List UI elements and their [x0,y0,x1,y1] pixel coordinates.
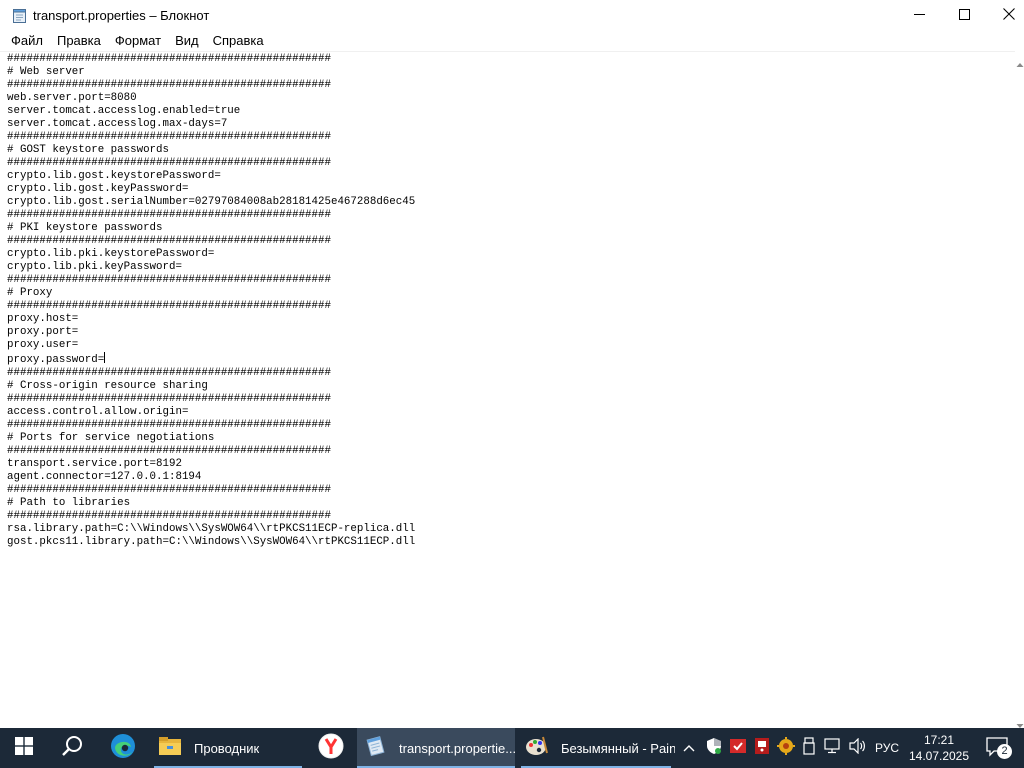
tray-volume[interactable] [846,728,870,768]
paint-icon [525,735,549,762]
tray-defender[interactable] [702,728,726,768]
text-line: crypto.lib.pki.keystorePassword= [7,248,215,260]
text-line: server.tomcat.accesslog.max-days=7 [7,118,228,130]
text-line: web.server.port=8080 [7,92,137,104]
text-line: proxy.password= [7,352,106,366]
text-line: ########################################… [7,209,331,221]
window-title: transport.properties – Блокнот [33,8,210,23]
notepad-icon [12,7,28,24]
text-line: agent.connector=127.0.0.1:8194 [7,471,202,483]
title-bar[interactable]: transport.properties – Блокнот [0,0,1024,31]
vertical-scrollbar[interactable] [1015,51,1024,728]
shield-icon [706,737,722,760]
text-line: ########################################… [7,157,331,169]
text-caret [104,352,106,363]
notification-center-button[interactable]: 2 [978,728,1018,768]
tray-token-app[interactable] [750,728,774,768]
editor-text[interactable]: ########################################… [7,53,415,549]
text-line: ########################################… [7,53,331,65]
text-line: ########################################… [7,274,331,286]
search-icon [61,735,83,762]
maximize-icon [958,7,970,25]
notepad-icon [365,735,387,762]
text-line: crypto.lib.pki.keyPassword= [7,261,182,273]
edge-icon [110,733,136,764]
taskbar-yandex-browser[interactable] [306,728,356,768]
start-button[interactable] [0,728,48,768]
tray-crypto-app[interactable] [774,728,798,768]
notification-icon: 2 [986,737,1012,759]
usb-device-icon [803,736,815,760]
text-line: ########################################… [7,235,331,247]
text-line: proxy.user= [7,339,79,351]
crypto-icon [777,736,795,760]
clock[interactable]: 17:21 14.07.2025 [906,728,972,768]
tray-security-app[interactable] [726,728,750,768]
menu-help[interactable]: Справка [206,31,271,51]
minimize-button[interactable] [896,0,942,31]
text-line: # GOST keystore passwords [7,144,169,156]
show-hidden-icons-button[interactable] [678,728,700,768]
menu-bar: Файл Правка Формат Вид Справка [0,31,1024,51]
minimize-icon [913,7,925,25]
text-line: # PKI keystore passwords [7,222,163,234]
language-indicator[interactable]: РУС [870,728,904,768]
text-line: ########################################… [7,445,331,457]
taskbar-paint[interactable]: Безымянный - Paint [517,728,675,768]
taskbar-edge[interactable] [98,728,148,768]
text-line: ########################################… [7,419,331,431]
notepad-label: transport.propertie... [399,740,515,756]
menu-file[interactable]: Файл [4,31,50,51]
text-line: ########################################… [7,393,331,405]
menu-view[interactable]: Вид [168,31,206,51]
windows-logo-icon [15,736,33,760]
text-line: # Ports for service negotiations [7,432,215,444]
text-line: ########################################… [7,510,331,522]
chevron-up-icon [683,739,695,757]
taskbar-notepad[interactable]: transport.propertie... [357,728,515,768]
taskbar: Проводник transport.propertie... Безымян… [0,728,1024,768]
text-line: crypto.lib.gost.serialNumber=02797084008… [7,196,416,208]
text-line: server.tomcat.accesslog.enabled=true [7,105,241,117]
text-line: access.control.allow.origin= [7,406,189,418]
notification-count: 2 [997,744,1012,759]
text-line: # Web server [7,66,85,78]
folder-icon [158,736,182,761]
menu-edit[interactable]: Правка [50,31,108,51]
text-line: proxy.host= [7,313,79,325]
text-line: ########################################… [7,484,331,496]
text-line: proxy.port= [7,326,79,338]
taskbar-explorer[interactable]: Проводник [150,728,302,768]
text-editor[interactable]: ########################################… [0,51,1015,728]
explorer-label: Проводник [194,740,260,756]
text-line: # Cross-origin resource sharing [7,380,208,392]
clock-date: 14.07.2025 [908,749,970,763]
text-line: crypto.lib.gost.keystorePassword= [7,170,221,182]
text-line: transport.service.port=8192 [7,458,182,470]
certificate-icon [729,737,747,760]
text-line: gost.pkcs11.library.path=C:\\Windows\\Sy… [7,536,416,548]
text-line: ########################################… [7,367,331,379]
text-line: ########################################… [7,131,331,143]
network-icon [824,737,842,759]
paint-label: Безымянный - Paint [561,740,675,756]
close-button[interactable] [986,0,1024,31]
maximize-button[interactable] [941,0,987,31]
text-line: rsa.library.path=C:\\Windows\\SysWOW64\\… [7,523,416,535]
text-line: # Proxy [7,287,53,299]
tray-usb[interactable] [798,728,820,768]
clock-time: 17:21 [923,733,955,747]
yandex-browser-icon [318,733,344,764]
text-line: ########################################… [7,79,331,91]
token-icon [753,737,771,760]
text-line: crypto.lib.gost.keyPassword= [7,183,189,195]
close-icon [1003,7,1015,25]
text-line: # Path to libraries [7,497,131,509]
volume-icon [849,737,867,759]
text-line: ########################################… [7,300,331,312]
search-button[interactable] [48,728,96,768]
tray-network[interactable] [820,728,846,768]
menu-format[interactable]: Формат [108,31,168,51]
